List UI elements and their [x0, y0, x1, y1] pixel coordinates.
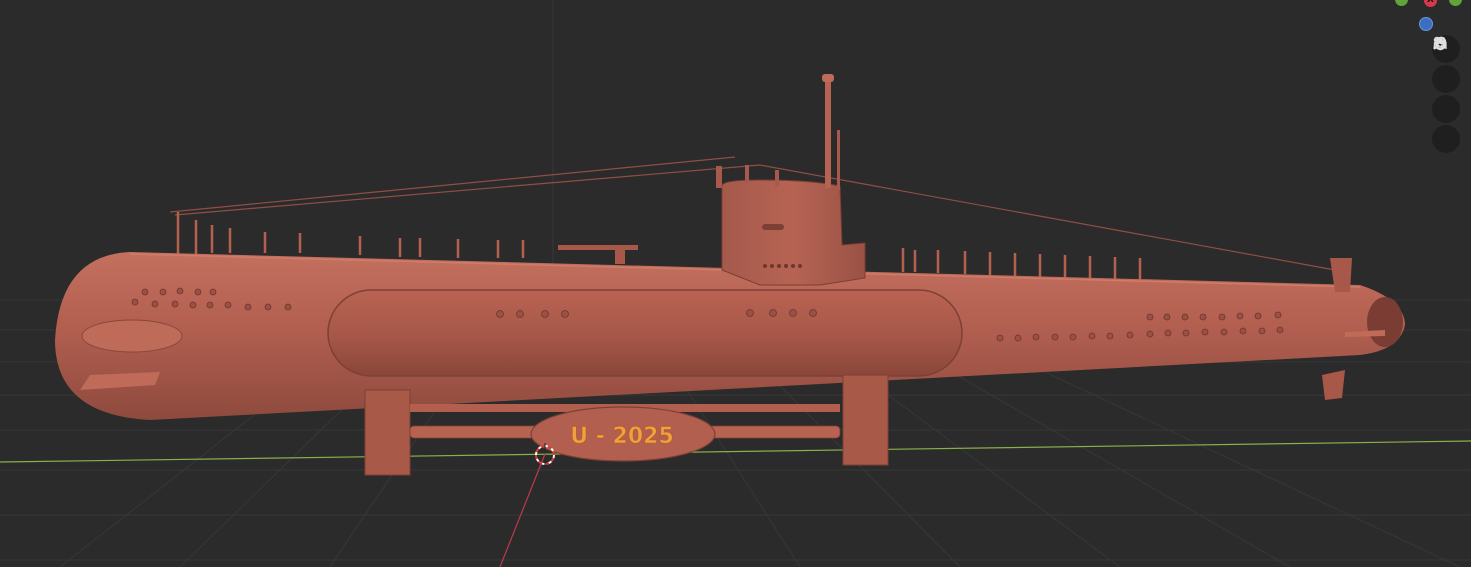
3d-viewport[interactable]: U - 2025 X	[0, 0, 1471, 567]
y-axis-line	[499, 453, 546, 567]
navigation-gizmo[interactable]: X	[1395, 0, 1462, 40]
x-axis-line	[0, 440, 1471, 463]
gizmo-z-axis[interactable]	[1419, 17, 1433, 31]
pan-button[interactable]	[1432, 36, 1460, 93]
name-plate-text: U - 2025	[570, 424, 674, 449]
perspective-toggle-button[interactable]	[1432, 37, 1460, 153]
grid-perspective-icon	[1433, 37, 1447, 49]
submarine-model[interactable]: U - 2025	[55, 74, 1405, 476]
viewport-canvas[interactable]: U - 2025	[0, 0, 1471, 567]
viewport-nav-tools	[1432, 35, 1462, 155]
gizmo-y-axis-right[interactable]	[1449, 0, 1462, 6]
gizmo-x-axis[interactable]: X	[1424, 0, 1437, 7]
camera-view-button[interactable]	[1432, 36, 1460, 123]
